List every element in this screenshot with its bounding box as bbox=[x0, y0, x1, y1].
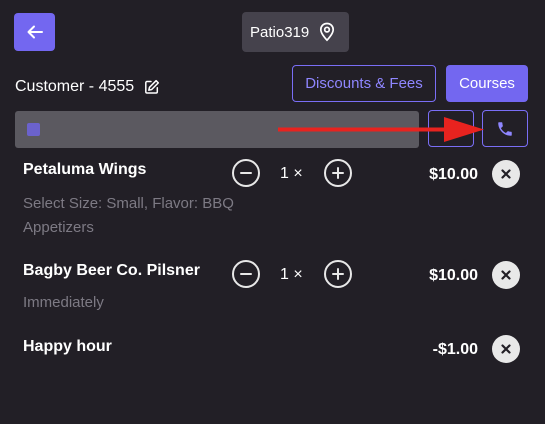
item-qty: 1 × bbox=[280, 165, 303, 182]
item-modifier: Appetizers bbox=[23, 219, 94, 236]
close-circle-icon bbox=[501, 169, 511, 179]
item-price: $10.00 bbox=[429, 166, 478, 183]
decrease-qty-button[interactable] bbox=[232, 159, 260, 187]
decrease-qty-button[interactable] bbox=[232, 260, 260, 288]
item-price: $10.00 bbox=[429, 267, 478, 284]
arrow-left-icon bbox=[27, 25, 43, 39]
times-sign: × bbox=[293, 165, 303, 182]
table-selector[interactable]: Patio319 bbox=[242, 12, 349, 52]
item-name: Petaluma Wings bbox=[23, 161, 147, 178]
item-name: Bagby Beer Co. Pilsner bbox=[23, 262, 200, 279]
customer-label: Customer - 4555 bbox=[15, 78, 135, 95]
remove-item-button[interactable] bbox=[492, 261, 520, 289]
order-screen: Patio319 Customer - 4555 Discounts & Fee… bbox=[0, 0, 545, 424]
item-qty: 1 × bbox=[280, 266, 303, 283]
increase-qty-button[interactable] bbox=[324, 159, 352, 187]
item-modifier: Select Size: Small, Flavor: BBQ bbox=[23, 195, 234, 212]
remove-item-button[interactable] bbox=[492, 335, 520, 363]
item-price: -$1.00 bbox=[432, 341, 478, 358]
minus-circle-icon bbox=[240, 172, 252, 174]
plus-circle-icon bbox=[332, 268, 344, 280]
phone-button[interactable] bbox=[482, 110, 528, 147]
courses-button[interactable]: Courses bbox=[446, 65, 528, 102]
edit-icon[interactable] bbox=[144, 79, 160, 95]
times-sign: × bbox=[293, 266, 303, 283]
note-icon bbox=[27, 123, 40, 136]
map-pin-icon bbox=[320, 22, 335, 42]
discounts-fees-button[interactable]: Discounts & Fees bbox=[292, 65, 436, 102]
plus-circle-icon bbox=[332, 167, 344, 179]
item-name: Happy hour bbox=[23, 338, 112, 355]
increase-qty-button[interactable] bbox=[324, 260, 352, 288]
remove-item-button[interactable] bbox=[492, 160, 520, 188]
minus-circle-icon bbox=[240, 273, 252, 275]
customer-header: Customer - 4555 bbox=[15, 76, 160, 98]
close-circle-icon bbox=[501, 344, 511, 354]
annotation-arrow bbox=[278, 117, 484, 142]
back-button[interactable] bbox=[14, 13, 55, 51]
close-circle-icon bbox=[501, 270, 511, 280]
item-modifier: Immediately bbox=[23, 294, 104, 311]
table-label: Patio319 bbox=[250, 23, 310, 41]
phone-icon bbox=[498, 121, 512, 136]
